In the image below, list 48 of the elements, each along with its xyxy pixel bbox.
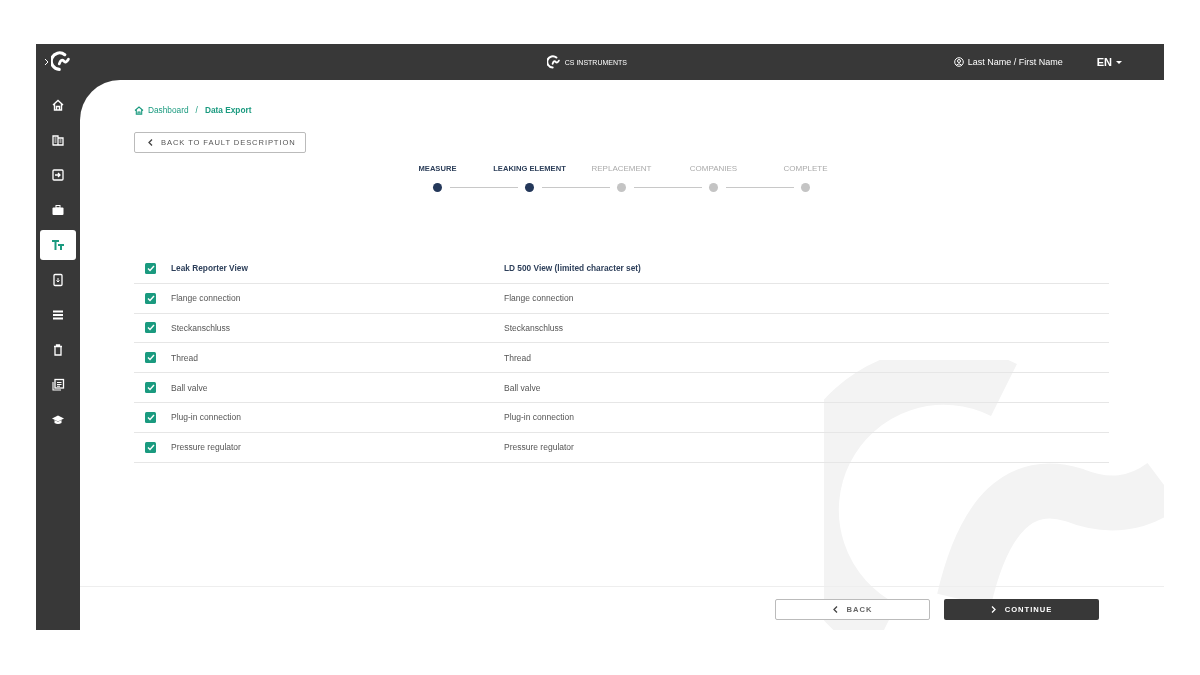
checkbox[interactable] bbox=[145, 262, 156, 274]
step-label: COMPANIES bbox=[689, 164, 738, 175]
table-cell-text: Ball valve bbox=[504, 382, 542, 393]
list-icon bbox=[51, 308, 65, 322]
text-size-icon bbox=[51, 238, 65, 252]
user-icon bbox=[953, 57, 964, 67]
table-cell-text: Steckanschluss bbox=[171, 323, 232, 333]
home-icon bbox=[134, 105, 144, 115]
briefcase-icon bbox=[51, 203, 65, 217]
table-cell-text: Flange connection bbox=[171, 293, 242, 304]
step-label: REPLACEMENT bbox=[591, 164, 652, 175]
expand-icon[interactable] bbox=[43, 58, 49, 66]
table-cell-text: Thread bbox=[504, 352, 532, 363]
checkbox[interactable] bbox=[145, 411, 156, 423]
chevron-left-icon bbox=[832, 606, 838, 613]
table-cell-text: Thread bbox=[171, 352, 199, 363]
table-cell-text: Plug-in connection bbox=[504, 412, 575, 423]
graduation-cap-icon bbox=[51, 413, 65, 427]
logo-icon bbox=[546, 54, 562, 70]
table-cell-text: Pressure regulator bbox=[171, 442, 242, 453]
checkbox[interactable] bbox=[145, 292, 156, 304]
table-cell-text: Steckanschluss bbox=[504, 323, 565, 333]
user-menu[interactable]: Last Name / First Name bbox=[953, 57, 1063, 67]
chevron-left-icon bbox=[148, 139, 153, 146]
checkbox[interactable] bbox=[145, 352, 156, 364]
documents-icon bbox=[51, 378, 65, 392]
sign-in-icon bbox=[51, 168, 65, 182]
caret-icon bbox=[1116, 60, 1122, 64]
column-header: Leak Reporter View bbox=[171, 263, 249, 274]
language-dropdown[interactable]: EN bbox=[1096, 56, 1122, 68]
table-cell-text: Flange connection bbox=[504, 293, 575, 304]
building-icon bbox=[51, 133, 65, 147]
checkbox[interactable] bbox=[145, 441, 156, 453]
table-cell-text: Plug-in connection bbox=[171, 412, 242, 423]
breadcrumb-current: Data Export bbox=[204, 105, 252, 115]
tablet-icon bbox=[51, 273, 65, 287]
breadcrumb-link[interactable]: Dashboard bbox=[148, 105, 189, 115]
table-cell-text: Ball valve bbox=[171, 382, 209, 393]
home-icon bbox=[51, 98, 65, 112]
trash-icon bbox=[51, 343, 65, 357]
table-cell-text: Pressure regulator bbox=[504, 442, 575, 453]
breadcrumb-separator: / bbox=[195, 105, 198, 115]
step-label: COMPLETE bbox=[783, 164, 828, 175]
chevron-right-icon bbox=[990, 606, 996, 613]
checkbox[interactable] bbox=[145, 322, 156, 334]
column-header: LD 500 View (limited character set) bbox=[504, 263, 642, 274]
logo-icon bbox=[50, 51, 73, 73]
checkbox[interactable] bbox=[145, 382, 156, 394]
